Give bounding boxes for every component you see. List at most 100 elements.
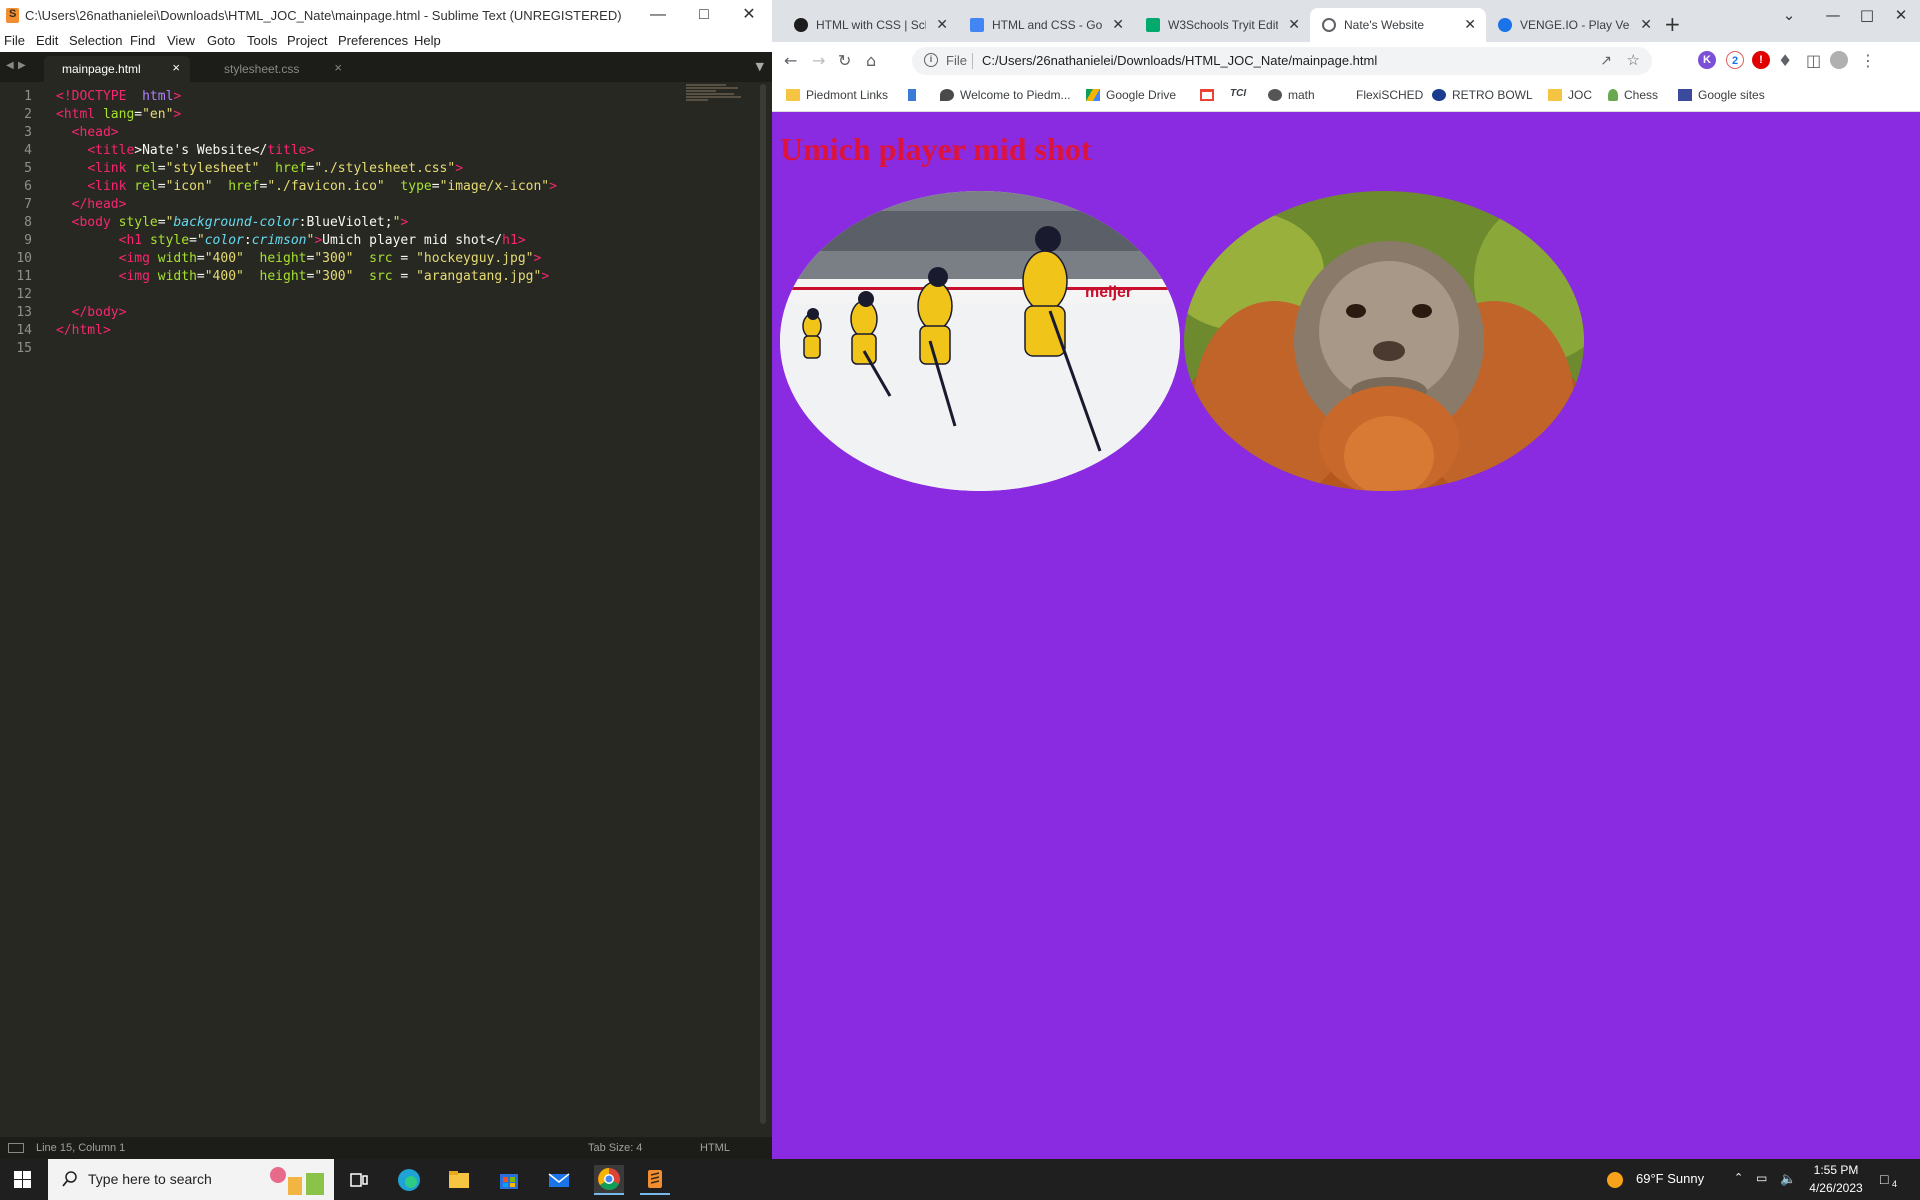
code-line[interactable]: <!DOCTYPE html>: [56, 88, 557, 106]
sublime-taskbar-icon[interactable]: [640, 1165, 670, 1195]
home-icon[interactable]: ⌂: [866, 51, 876, 70]
code-editor[interactable]: <!DOCTYPE html> <html lang="en"> <head> <…: [56, 88, 557, 358]
windows-start-icon[interactable]: [14, 1171, 31, 1188]
panel-toggle-icon[interactable]: [8, 1143, 24, 1153]
bookmark-icon-only[interactable]: [908, 88, 922, 102]
task-view-icon[interactable]: [344, 1165, 374, 1195]
taskbar-search-box[interactable]: Type here to search: [48, 1159, 334, 1200]
bookmark-gmail[interactable]: [1200, 88, 1220, 102]
menu-file[interactable]: File: [4, 33, 25, 48]
bookmark-tci[interactable]: TCI: [1230, 88, 1246, 99]
bookmark-google-sites[interactable]: Google sites: [1678, 88, 1765, 102]
tab-dropdown-icon[interactable]: ▼: [756, 60, 764, 73]
minimize-button[interactable]: —: [1818, 6, 1848, 24]
close-button[interactable]: ✕: [729, 5, 769, 25]
bookmark-flexisched[interactable]: FlexiSCHED: [1356, 88, 1423, 102]
tab-close-icon[interactable]: ×: [334, 60, 342, 75]
minimap[interactable]: [686, 84, 746, 114]
code-line[interactable]: <body style="background-color:BlueViolet…: [56, 214, 557, 232]
code-line[interactable]: <h1 style="color:crimson">Umich player m…: [56, 232, 557, 250]
badge-extension-icon[interactable]: 2: [1726, 51, 1744, 69]
chrome-tab-3[interactable]: W3Schools Tryit Edit ✕: [1134, 8, 1310, 42]
tab-stylesheet-css[interactable]: stylesheet.css ×: [206, 56, 352, 82]
chrome-tab-2[interactable]: HTML and CSS - Goo ✕: [958, 8, 1134, 42]
menu-edit[interactable]: Edit: [36, 33, 58, 48]
code-line[interactable]: <title>Nate's Website</title>: [56, 142, 557, 160]
menu-project[interactable]: Project: [287, 33, 327, 48]
menu-help[interactable]: Help: [414, 33, 441, 48]
chrome-taskbar-icon[interactable]: [594, 1165, 624, 1195]
code-line[interactable]: <img width="400" height="300" src = "hoc…: [56, 250, 557, 268]
share-icon[interactable]: ↗: [1600, 52, 1612, 69]
tab-scroll-left-icon[interactable]: ◀: [6, 60, 14, 71]
code-line[interactable]: <html lang="en">: [56, 106, 557, 124]
chrome-tab-active[interactable]: Nate's Website ✕: [1310, 8, 1486, 42]
k-extension-icon[interactable]: K: [1698, 51, 1716, 69]
bookmark-chess[interactable]: Chess: [1608, 88, 1658, 102]
tab-close-icon[interactable]: ✕: [936, 16, 948, 33]
info-icon[interactable]: i: [924, 53, 938, 67]
mail-icon[interactable]: [544, 1165, 574, 1195]
bookmark-math[interactable]: math: [1268, 88, 1315, 102]
tab-mainpage-html[interactable]: mainpage.html ×: [44, 56, 190, 82]
code-line[interactable]: <link rel="icon" href="./favicon.ico" ty…: [56, 178, 557, 196]
bookmark-welcome-piedmont[interactable]: Welcome to Piedm...: [940, 88, 1070, 102]
code-line[interactable]: </head>: [56, 196, 557, 214]
code-line[interactable]: [56, 340, 557, 358]
forward-icon[interactable]: →: [812, 51, 825, 70]
minimize-button[interactable]: —: [638, 5, 678, 25]
syntax-mode[interactable]: HTML: [700, 1142, 730, 1154]
tab-search-icon[interactable]: ⌄: [1774, 6, 1804, 24]
bookmark-joc[interactable]: JOC: [1548, 88, 1592, 102]
chrome-tab-1[interactable]: HTML with CSS | Sch ✕: [782, 8, 958, 42]
edge-browser-icon[interactable]: [394, 1165, 424, 1195]
show-hidden-icons-icon[interactable]: ⌃: [1734, 1171, 1743, 1184]
code-line[interactable]: <link rel="stylesheet" href="./styleshee…: [56, 160, 557, 178]
address-bar[interactable]: i File C:/Users/26nathanielei/Downloads/…: [912, 47, 1652, 75]
new-tab-button[interactable]: +: [1664, 12, 1681, 36]
code-line[interactable]: <head>: [56, 124, 557, 142]
bookmark-google-drive[interactable]: Google Drive: [1086, 88, 1176, 102]
menu-goto[interactable]: Goto: [207, 33, 235, 48]
profile-avatar[interactable]: [1830, 51, 1848, 69]
code-line[interactable]: [56, 286, 557, 304]
tab-close-icon[interactable]: ✕: [1640, 16, 1652, 33]
tab-close-icon[interactable]: ✕: [1112, 16, 1124, 33]
file-explorer-icon[interactable]: [444, 1165, 474, 1195]
code-line[interactable]: </html>: [56, 322, 557, 340]
adblock-extension-icon[interactable]: !: [1752, 51, 1770, 69]
vertical-scrollbar[interactable]: [760, 84, 766, 1124]
menu-preferences[interactable]: Preferences: [338, 33, 408, 48]
reload-icon[interactable]: ↻: [838, 51, 851, 70]
code-line[interactable]: <img width="400" height="300" src = "ara…: [56, 268, 557, 286]
tab-close-icon[interactable]: ✕: [1464, 16, 1476, 33]
close-button[interactable]: ✕: [1886, 6, 1916, 24]
maximize-button[interactable]: □: [684, 5, 724, 25]
menu-view[interactable]: View: [167, 33, 195, 48]
side-panel-icon[interactable]: ◫: [1806, 51, 1821, 70]
notification-center-icon[interactable]: □: [1880, 1171, 1888, 1187]
chrome-tab-5[interactable]: VENGE.IO - Play Ven ✕: [1486, 8, 1662, 42]
menu-kebab-icon[interactable]: ⋮: [1860, 51, 1876, 70]
code-line[interactable]: </body>: [56, 304, 557, 322]
back-icon[interactable]: ←: [784, 51, 797, 70]
weather-text[interactable]: 69°F Sunny: [1636, 1171, 1704, 1186]
bookmark-star-icon[interactable]: ☆: [1627, 51, 1640, 69]
bookmark-retro-bowl[interactable]: RETRO BOWL: [1432, 88, 1533, 102]
tab-close-icon[interactable]: ×: [172, 60, 180, 75]
volume-icon[interactable]: 🔈: [1780, 1171, 1796, 1187]
menu-tools[interactable]: Tools: [247, 33, 277, 48]
menu-find[interactable]: Find: [130, 33, 155, 48]
tab-close-icon[interactable]: ✕: [1288, 16, 1300, 33]
tab-size[interactable]: Tab Size: 4: [588, 1142, 642, 1154]
puzzle-extensions-icon[interactable]: ♦: [1778, 51, 1792, 70]
menu-selection[interactable]: Selection: [69, 33, 122, 48]
microsoft-store-icon[interactable]: [494, 1165, 524, 1195]
network-icon[interactable]: ▭: [1756, 1171, 1767, 1185]
clock-time[interactable]: 1:55 PM: [1808, 1163, 1864, 1177]
clock-date[interactable]: 4/26/2023: [1808, 1181, 1864, 1195]
address-url[interactable]: C:/Users/26nathanielei/Downloads/HTML_JO…: [982, 53, 1377, 68]
bookmark-piedmont-links[interactable]: Piedmont Links: [786, 88, 888, 102]
maximize-button[interactable]: □: [1852, 6, 1882, 24]
tab-scroll-right-icon[interactable]: ▶: [18, 60, 26, 71]
